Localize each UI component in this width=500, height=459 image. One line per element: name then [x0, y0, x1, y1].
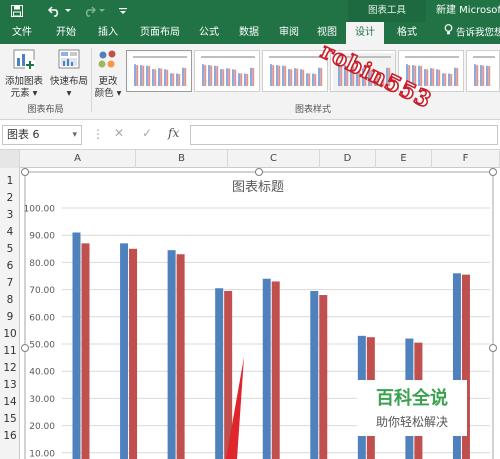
bar-series1[interactable] — [262, 278, 271, 459]
resize-handle[interactable] — [489, 168, 497, 176]
chart-title[interactable]: 图表标题 — [232, 180, 284, 195]
bar-series1[interactable] — [120, 243, 129, 459]
watermark-subtitle: 助你轻松解决 — [375, 415, 448, 429]
bar-series2[interactable] — [129, 248, 138, 459]
bar-series1[interactable] — [310, 290, 319, 459]
y-tick-label: 10.00 — [29, 449, 55, 459]
bar-series1[interactable] — [167, 250, 176, 459]
y-tick-label: 40.00 — [29, 368, 55, 378]
bar-series2[interactable] — [81, 243, 90, 459]
resize-handle[interactable] — [21, 344, 29, 352]
bar-series1[interactable] — [215, 288, 224, 459]
bar-series2[interactable] — [319, 295, 328, 459]
y-tick-label: 80.00 — [29, 259, 55, 269]
y-tick-label: 50.00 — [29, 341, 55, 351]
bar-series2[interactable] — [271, 281, 280, 459]
resize-handle[interactable] — [255, 168, 263, 176]
y-tick-label: 90.00 — [29, 232, 55, 242]
bar-series2[interactable] — [176, 254, 185, 459]
resize-handle[interactable] — [21, 168, 29, 176]
bar-series1[interactable] — [72, 232, 81, 459]
watermark-title: 百科全说 — [376, 388, 448, 409]
resize-handle[interactable] — [489, 344, 497, 352]
y-tick-label: 70.00 — [29, 286, 55, 296]
y-tick-label: 20.00 — [29, 422, 55, 432]
y-tick-label: 100.00 — [24, 205, 56, 215]
y-tick-label: 60.00 — [29, 313, 55, 323]
y-tick-label: 30.00 — [29, 395, 55, 405]
watermark: 百科全说 助你轻松解决 — [357, 380, 467, 436]
